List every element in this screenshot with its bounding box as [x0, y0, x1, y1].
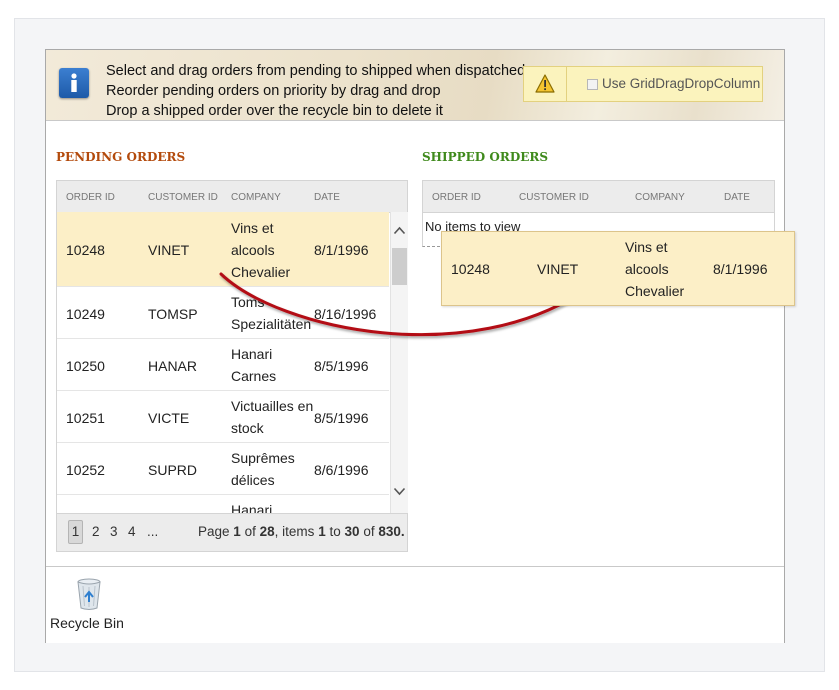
- drag-order-id: 10248: [451, 261, 490, 277]
- drag-company: Vins et alcools Chevalier: [625, 239, 685, 299]
- drag-customer-id: VINET: [537, 261, 579, 277]
- drag-preview-row[interactable]: 10248 VINET Vins et alcools Chevalier 8/…: [441, 231, 795, 306]
- drag-arrow: [219, 272, 600, 337]
- drag-date: 8/1/1996: [713, 261, 768, 277]
